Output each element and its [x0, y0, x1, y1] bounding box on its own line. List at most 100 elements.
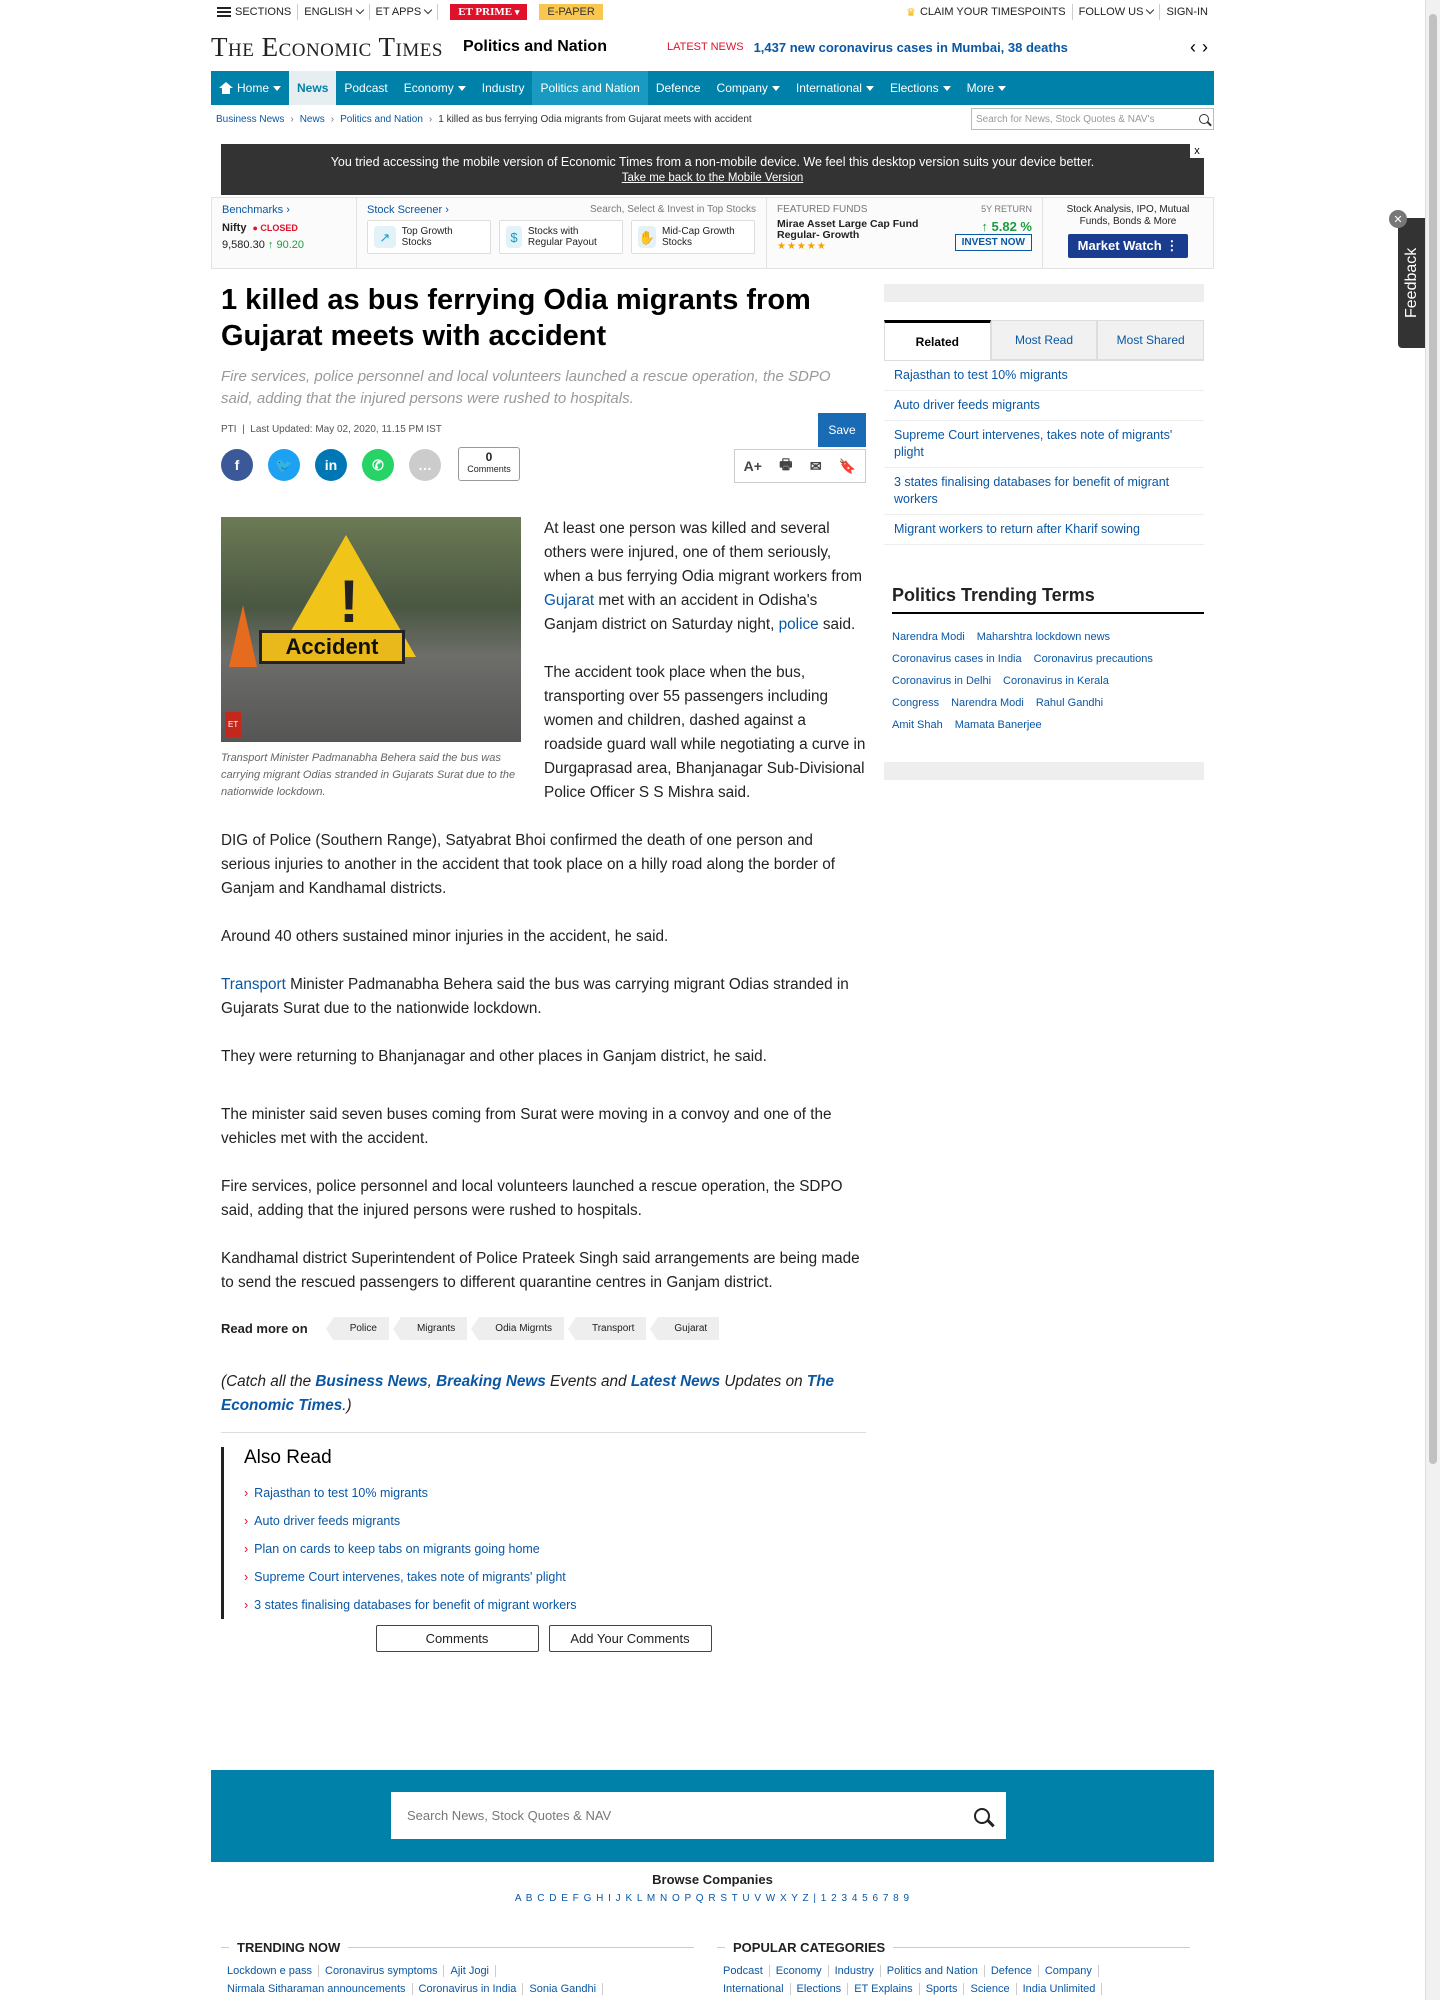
benchmarks-widget[interactable]: Benchmarks › Nifty ● CLOSED 9,580.30 ↑ 90… — [212, 198, 357, 268]
related-item[interactable]: Migrant workers to return after Kharif s… — [884, 515, 1204, 545]
keyword-link-gujarat[interactable]: Gujarat — [544, 592, 594, 609]
epaper-button[interactable]: E-PAPER — [539, 4, 603, 20]
trending-link[interactable]: Sonia Gandhi — [523, 1983, 604, 1995]
category-link[interactable]: Sports — [919, 1983, 965, 1995]
related-item[interactable]: 3 states finalising databases for benefi… — [884, 468, 1204, 515]
term-link[interactable]: Coronavirus precautions — [1034, 653, 1153, 665]
term-link[interactable]: Coronavirus in Kerala — [1003, 675, 1109, 687]
nav-company[interactable]: Company — [709, 71, 788, 105]
claim-timespoints-link[interactable]: ♛ CLAIM YOUR TIMESPOINTS — [900, 4, 1073, 20]
breadcrumb-politics[interactable]: Politics and Nation — [340, 114, 423, 125]
category-link[interactable]: Podcast — [717, 1965, 770, 1977]
breaking-news-link[interactable]: Breaking News — [436, 1373, 546, 1390]
breadcrumb-news[interactable]: News — [300, 114, 325, 125]
category-link[interactable]: Industry — [828, 1965, 881, 1977]
featured-funds-widget[interactable]: FEATURED FUNDS 5Y RETURN Mirae Asset Larg… — [767, 198, 1043, 268]
term-link[interactable]: Mamata Banerjee — [955, 719, 1042, 731]
search-icon[interactable] — [1199, 114, 1209, 124]
category-link[interactable]: International — [717, 1983, 791, 1995]
invest-now-button[interactable]: INVEST NOW — [954, 234, 1032, 251]
company-index-letters[interactable]: A B C D E F G H I J K L M N O P Q R S T … — [211, 1893, 1214, 1904]
next-arrow-icon[interactable]: › — [1202, 37, 1214, 57]
et-apps-menu[interactable]: ET APPS — [370, 4, 439, 20]
nav-international[interactable]: International — [788, 71, 882, 105]
keyword-link-transport[interactable]: Transport — [221, 976, 286, 993]
nav-politics-and-nation[interactable]: Politics and Nation — [532, 71, 648, 105]
comments-button[interactable]: Comments — [375, 1625, 539, 1652]
trending-link[interactable]: Coronavirus symptoms — [319, 1965, 445, 1977]
category-link[interactable]: Economy — [769, 1965, 829, 1977]
nav-industry[interactable]: Industry — [474, 71, 533, 105]
market-watch-button[interactable]: Market Watch ⋮ — [1067, 234, 1189, 258]
category-link[interactable]: ET Explains — [848, 1983, 920, 1995]
also-read-item[interactable]: Supreme Court intervenes, takes note of … — [244, 1563, 866, 1591]
tab-most-shared[interactable]: Most Shared — [1097, 320, 1205, 360]
also-read-item[interactable]: Plan on cards to keep tabs on migrants g… — [244, 1535, 866, 1563]
business-news-link[interactable]: Business News — [315, 1373, 427, 1390]
nav-podcast[interactable]: Podcast — [336, 71, 395, 105]
tab-most-read[interactable]: Most Read — [990, 320, 1098, 360]
comment-bubble-icon[interactable]: … — [409, 449, 441, 481]
category-link[interactable]: Politics and Nation — [880, 1965, 985, 1977]
term-link[interactable]: Congress — [892, 697, 939, 709]
category-link[interactable]: India Unlimited — [1016, 1983, 1103, 1995]
term-link[interactable]: Maharshtra lockdown news — [977, 631, 1110, 643]
nav-news[interactable]: News — [289, 71, 337, 105]
tag-gujarat[interactable]: Gujarat — [650, 1317, 720, 1341]
article-source[interactable]: PTI — [221, 424, 237, 435]
category-link[interactable]: Company — [1038, 1965, 1099, 1977]
add-comment-button[interactable]: Add Your Comments — [548, 1625, 712, 1652]
term-link[interactable]: Narendra Modi — [892, 631, 965, 643]
sections-menu[interactable]: SECTIONS — [211, 4, 299, 20]
header-search-input[interactable]: Search for News, Stock Quotes & NAV's — [971, 108, 1214, 130]
also-read-item[interactable]: Rajasthan to test 10% migrants — [244, 1479, 866, 1507]
nav-elections[interactable]: Elections — [882, 71, 959, 105]
fund-name[interactable]: Mirae Asset Large Cap Fund Regular- Grow… — [777, 219, 947, 241]
related-item[interactable]: Rajasthan to test 10% migrants — [884, 361, 1204, 391]
prev-arrow-icon[interactable]: ‹ — [1190, 37, 1202, 57]
term-link[interactable]: Rahul Gandhi — [1036, 697, 1103, 709]
scrollbar-thumb[interactable] — [1429, 14, 1437, 1464]
top-growth-stocks-button[interactable]: ↗ Top Growth Stocks — [367, 220, 491, 254]
benchmarks-link[interactable]: Benchmarks › — [222, 204, 346, 216]
category-link[interactable]: Science — [964, 1983, 1017, 1995]
follow-us-menu[interactable]: FOLLOW US — [1073, 4, 1161, 20]
whatsapp-share-icon[interactable]: ✆ — [362, 449, 394, 481]
term-link[interactable]: Narendra Modi — [951, 697, 1024, 709]
latest-news-arrows[interactable]: ‹› — [1190, 37, 1214, 58]
regular-payout-button[interactable]: $ Stocks with Regular Payout — [499, 220, 623, 254]
close-notice-button[interactable]: x — [1190, 144, 1204, 158]
tag-police[interactable]: Police — [325, 1317, 389, 1341]
stock-screener-link[interactable]: Stock Screener › — [367, 204, 449, 216]
print-icon[interactable]: 🖶 — [779, 454, 792, 478]
nav-defence[interactable]: Defence — [648, 71, 709, 105]
language-selector[interactable]: ENGLISH — [298, 4, 370, 20]
feedback-tab[interactable]: Feedback — [1398, 218, 1426, 348]
nav-home[interactable]: Home — [211, 71, 289, 105]
related-item[interactable]: Auto driver feeds migrants — [884, 391, 1204, 421]
close-feedback-icon[interactable]: ✕ — [1389, 210, 1407, 228]
nav-economy[interactable]: Economy — [396, 71, 474, 105]
email-icon[interactable]: ✉ — [810, 458, 822, 475]
bookmark-icon[interactable]: 🔖 — [839, 458, 856, 475]
trending-link[interactable]: Coronavirus in India — [412, 1983, 524, 1995]
site-logo[interactable]: The Economic Times — [211, 32, 443, 63]
facebook-share-icon[interactable]: f — [221, 449, 253, 481]
tag-transport[interactable]: Transport — [567, 1317, 647, 1341]
term-link[interactable]: Coronavirus cases in India — [892, 653, 1022, 665]
twitter-share-icon[interactable]: 🐦 — [268, 449, 300, 481]
trending-link[interactable]: Nirmala Sitharaman announcements — [221, 1983, 413, 1995]
search-icon[interactable] — [974, 1807, 990, 1824]
comments-count-box[interactable]: 0 Comments — [458, 447, 520, 481]
related-item[interactable]: Supreme Court intervenes, takes note of … — [884, 421, 1204, 468]
term-link[interactable]: Coronavirus in Delhi — [892, 675, 991, 687]
also-read-item[interactable]: Auto driver feeds migrants — [244, 1507, 866, 1535]
sign-in-link[interactable]: SIGN-IN — [1160, 4, 1214, 20]
latest-news-headline[interactable]: 1,437 new coronavirus cases in Mumbai, 3… — [754, 40, 1068, 55]
term-link[interactable]: Amit Shah — [892, 719, 943, 731]
breadcrumb-business-news[interactable]: Business News — [216, 114, 284, 125]
page-scrollbar[interactable] — [1425, 0, 1440, 2000]
et-prime-button[interactable]: ET PRIME ▾ — [450, 4, 528, 20]
footer-search-input[interactable]: Search News, Stock Quotes & NAV — [391, 1792, 1006, 1839]
category-link[interactable]: Elections — [790, 1983, 849, 1995]
